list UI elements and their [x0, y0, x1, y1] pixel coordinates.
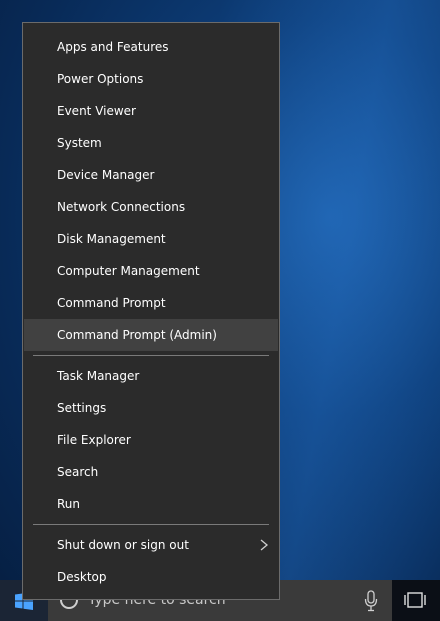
task-view-icon[interactable]: [404, 592, 426, 608]
menu-item-command-prompt-admin[interactable]: Command Prompt (Admin): [24, 319, 278, 351]
menu-item-label: Command Prompt: [57, 296, 166, 310]
menu-item-label: Run: [57, 497, 81, 511]
menu-item-computer-management[interactable]: Computer Management: [24, 255, 278, 287]
menu-item-network-connections[interactable]: Network Connections: [24, 191, 278, 223]
menu-item-label: Event Viewer: [57, 104, 136, 118]
menu-item-label: Network Connections: [57, 200, 186, 214]
menu-item-label: System: [57, 136, 102, 150]
menu-item-desktop[interactable]: Desktop: [24, 561, 278, 593]
menu-separator: [33, 524, 269, 525]
menu-item-file-explorer[interactable]: File Explorer: [24, 424, 278, 456]
menu-item-device-manager[interactable]: Device Manager: [24, 159, 278, 191]
menu-item-label: Settings: [57, 401, 107, 415]
menu-item-label: Command Prompt (Admin): [57, 328, 217, 342]
menu-item-apps-and-features[interactable]: Apps and Features: [24, 31, 278, 63]
menu-item-label: Computer Management: [57, 264, 200, 278]
menu-item-label: Apps and Features: [57, 40, 169, 54]
menu-item-task-manager[interactable]: Task Manager: [24, 360, 278, 392]
menu-separator: [33, 355, 269, 356]
menu-item-label: Desktop: [57, 570, 107, 584]
menu-item-shut-down-or-sign-out[interactable]: Shut down or sign out: [24, 529, 278, 561]
menu-item-search[interactable]: Search: [24, 456, 278, 488]
menu-item-label: File Explorer: [57, 433, 131, 447]
menu-item-command-prompt[interactable]: Command Prompt: [24, 287, 278, 319]
menu-item-label: Disk Management: [57, 232, 166, 246]
menu-item-label: Task Manager: [57, 369, 140, 383]
chevron-right-icon: [260, 539, 269, 551]
microphone-icon[interactable]: [364, 590, 378, 612]
menu-item-label: Power Options: [57, 72, 144, 86]
power-user-menu: Apps and Features Power Options Event Vi…: [22, 22, 280, 600]
menu-item-power-options[interactable]: Power Options: [24, 63, 278, 95]
menu-item-label: Search: [57, 465, 99, 479]
menu-item-settings[interactable]: Settings: [24, 392, 278, 424]
menu-item-label: Device Manager: [57, 168, 155, 182]
menu-item-label: Shut down or sign out: [57, 538, 189, 552]
menu-item-disk-management[interactable]: Disk Management: [24, 223, 278, 255]
menu-item-run[interactable]: Run: [24, 488, 278, 520]
menu-item-system[interactable]: System: [24, 127, 278, 159]
menu-item-event-viewer[interactable]: Event Viewer: [24, 95, 278, 127]
